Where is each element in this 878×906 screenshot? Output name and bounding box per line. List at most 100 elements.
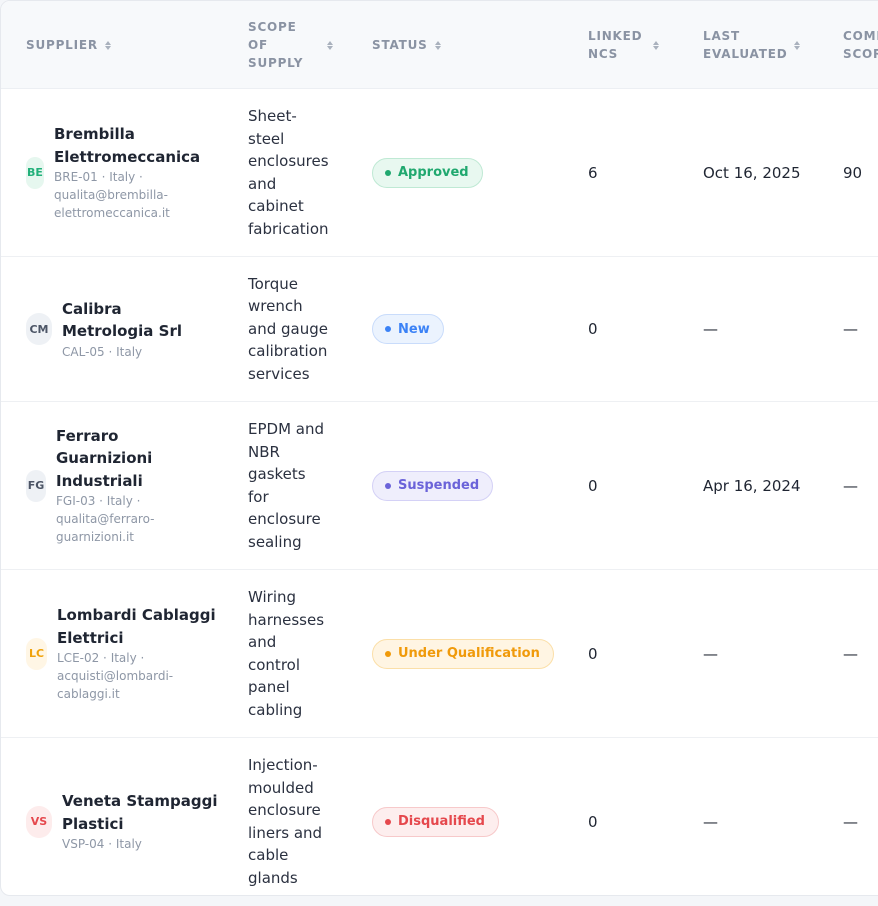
column-header-composite-score[interactable]: COMPOSITE SCORE [843, 1, 878, 89]
status-label: Under Qualification [398, 646, 540, 661]
column-label: LINKED NCS [588, 27, 642, 63]
column-header-scope[interactable]: SCOPE OF SUPPLY [248, 1, 334, 89]
supplier-name-line[interactable]: Lombardi Cablaggi [57, 604, 216, 627]
status-dot-icon [385, 818, 391, 825]
linked-ncs-count[interactable]: 0 [588, 813, 598, 831]
status-label: New [398, 321, 430, 337]
avatar: LC [26, 637, 47, 670]
column-header-last-evaluated[interactable]: LAST EVALUATED [703, 1, 801, 89]
supplier-info: Lombardi Cablaggi Elettrici LCE-02 · Italy… [57, 604, 216, 703]
scope-line: enclosure [248, 510, 321, 528]
scope-line: Injection- [248, 756, 318, 774]
supplier-name-line[interactable]: Ferraro [56, 425, 154, 448]
supplier-name-line[interactable]: Industriali [56, 470, 154, 493]
supplier-meta-line: qualita@brembilla- [54, 188, 168, 202]
scope-line: services [248, 364, 310, 383]
scope-line: steel [248, 129, 285, 148]
linked-ncs-cell: 0 [588, 570, 678, 737]
status-label: Disqualified [398, 814, 485, 829]
linked-ncs-cell: 0 [588, 738, 678, 895]
scope-of-supply: Sheet-steel enclosures and cabinet fabricati… [248, 105, 329, 240]
scope-of-supply: Wiring harnesses and control panel cabling [248, 586, 324, 721]
table-row[interactable]: CM Calibra Metrologia Srl CAL-05 · Italy Tor… [1, 257, 878, 402]
scope-line: Wiring [248, 588, 297, 606]
supplier-name-line[interactable]: Metrologia Srl [62, 320, 182, 343]
avatar: BE [26, 156, 44, 189]
linked-ncs-cell: 0 [588, 257, 678, 401]
table-header: SUPPLIER SCOPE OF SUPPLY STATUS LINKED N… [1, 1, 878, 89]
supplier-name-line[interactable]: Elettrici [57, 627, 216, 650]
scope-line: EPDM and [248, 420, 325, 438]
status-badge: Disqualified [372, 806, 499, 837]
scope-line: and gauge [248, 319, 328, 338]
composite-score-cell: 90 [843, 89, 878, 256]
scope-line: wrench [248, 297, 303, 316]
column-header-supplier[interactable]: SUPPLIER [26, 1, 111, 89]
column-label: SCOPE OF SUPPLY [248, 18, 303, 72]
scope-line: gaskets [248, 465, 306, 483]
linked-ncs-count[interactable]: 0 [588, 320, 598, 338]
sort-icon [104, 40, 111, 50]
scope-of-supply: Injection-moulded enclosure liners and cabl… [248, 754, 322, 889]
linked-ncs-count[interactable]: 0 [588, 645, 598, 663]
composite-score-cell: — [843, 570, 878, 737]
avatar: CM [26, 313, 52, 345]
scope-line: and [248, 174, 277, 193]
status-badge: Suspended [372, 470, 494, 501]
supplier-name-line[interactable]: Plastici [62, 813, 218, 836]
scope-cell: Wiring harnesses and control panel cabling [248, 570, 348, 737]
scope-line: control [248, 655, 300, 674]
table-row[interactable]: FG Ferraro Guarnizioni Industriali FGI-03 · … [1, 402, 878, 570]
supplier-info: Veneta Stampaggi Plastici VSP-04 · Italy [62, 790, 218, 853]
scope-line: panel [248, 678, 290, 696]
supplier-name-line[interactable]: Brembilla [54, 123, 200, 146]
scope-line: enclosure [248, 801, 321, 819]
column-label: SUPPLIER [26, 38, 98, 52]
composite-score: — [843, 644, 858, 663]
supplier-info: Ferraro Guarnizioni Industriali FGI-03 · It… [56, 425, 154, 547]
scope-cell: EPDM and NBR gaskets for enclosure sealing [248, 402, 348, 569]
status-cell: New [372, 257, 572, 401]
column-header-status[interactable]: STATUS [372, 1, 441, 89]
last-evaluated-date: — [703, 812, 718, 831]
supplier-info: Calibra Metrologia Srl CAL-05 · Italy [62, 298, 182, 361]
linked-ncs-count[interactable]: 0 [588, 477, 598, 495]
scope-line: cable [248, 846, 289, 864]
last-evaluated-date: — [703, 644, 718, 663]
status-cell: Suspended [372, 402, 572, 569]
composite-score-cell: — [843, 402, 878, 569]
scope-line: Torque [248, 274, 298, 293]
supplier-meta-line: BRE-01 · Italy · [54, 170, 143, 184]
status-dot-icon [385, 482, 391, 489]
scope-line: glands [248, 868, 298, 887]
supplier-meta-line: cablaggi.it [57, 687, 120, 701]
linked-ncs-count[interactable]: 6 [588, 164, 598, 182]
status-dot-icon [385, 650, 391, 657]
linked-ncs-cell: 0 [588, 402, 678, 569]
sort-icon [434, 40, 441, 50]
column-label-line: LINKED [588, 29, 643, 43]
supplier-cell: VS Veneta Stampaggi Plastici VSP-04 · Italy [26, 738, 241, 895]
supplier-name-line[interactable]: Elettromeccanica [54, 146, 200, 169]
supplier-meta-line: qualita@ferraro- [56, 512, 155, 527]
composite-score-cell: — [843, 738, 878, 895]
status-cell: Under Qualification [372, 570, 572, 737]
column-label: LAST EVALUATED [703, 27, 787, 63]
table-row[interactable]: VS Veneta Stampaggi Plastici VSP-04 · Italy… [1, 738, 878, 895]
last-evaluated-date: Apr 16, 2024 [703, 476, 801, 495]
column-label-line: COMPOSITE [843, 29, 878, 43]
last-evaluated-cell: — [703, 738, 833, 895]
supplier-name-line[interactable]: Veneta Stampaggi [62, 790, 218, 813]
table-row[interactable]: BE Brembilla Elettromeccanica BRE-01 · Ital… [1, 89, 878, 257]
supplier-name-line[interactable]: Calibra [62, 298, 182, 321]
table-row[interactable]: LC Lombardi Cablaggi Elettrici LCE-02 · Ita… [1, 570, 878, 738]
composite-score: — [843, 812, 858, 831]
column-header-linked-ncs[interactable]: LINKED NCS [588, 1, 660, 89]
status-badge: Approved [372, 157, 483, 188]
column-label-line: SCORE [843, 47, 878, 61]
supplier-name-line[interactable]: Guarnizioni [56, 447, 154, 470]
supplier-cell: CM Calibra Metrologia Srl CAL-05 · Italy [26, 257, 241, 401]
scope-line: liners and [248, 823, 323, 842]
scope-line: NBR [248, 442, 280, 461]
column-label-line: SCOPE [248, 20, 297, 34]
